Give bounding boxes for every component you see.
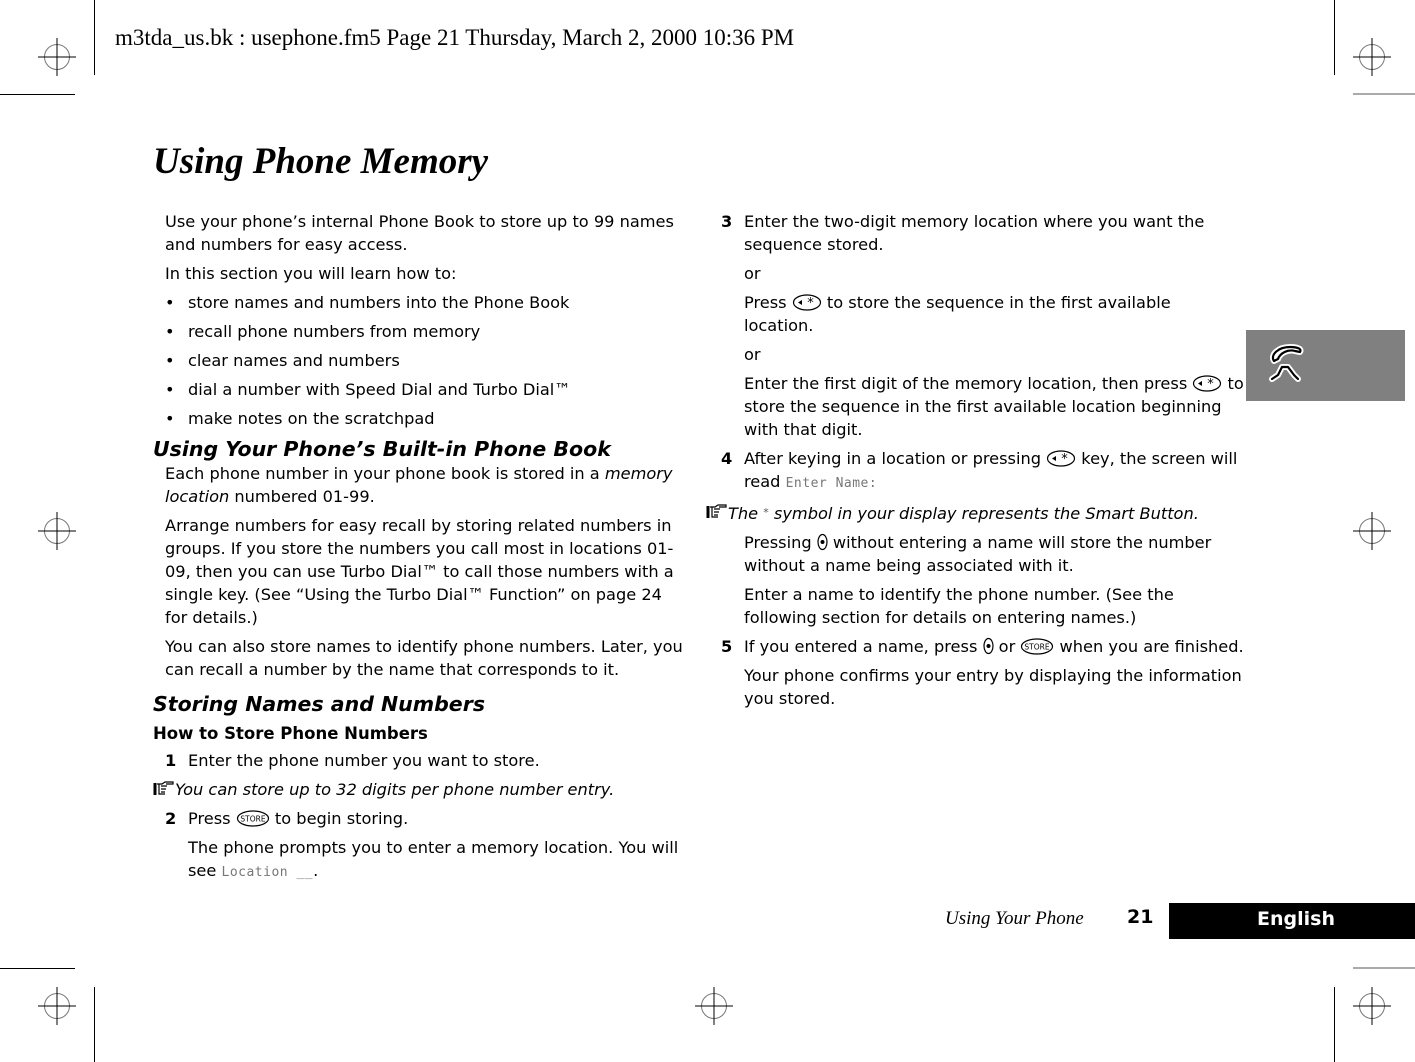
list-item: • store names and numbers into the Phone … — [165, 293, 570, 312]
step-4: 4 After keying in a location or pressing … — [721, 449, 1238, 491]
step-3: 3 Enter the two-digit memory location whe… — [721, 212, 1205, 254]
list-item: • clear names and numbers — [165, 351, 400, 370]
memory-location-paragraph: Each phone number in your phone book is … — [165, 464, 673, 506]
print-header: m3tda_us.bk : usephone.fm5 Page 21 Thurs… — [115, 25, 795, 50]
svg-text:STORE: STORE — [240, 815, 265, 824]
registration-mark-icon — [1353, 512, 1391, 550]
svg-text:*: * — [807, 296, 814, 311]
registration-mark-icon — [1353, 38, 1391, 76]
bullet-icon: • — [165, 409, 175, 428]
pressing-without-name: Pressing without entering a name will st… — [744, 533, 1212, 575]
smart-button-icon — [982, 637, 994, 655]
list-item: • recall phone numbers from memory — [165, 322, 481, 341]
lcd-text: Enter Name: — [785, 476, 878, 491]
step-number: 2 — [165, 809, 177, 828]
smart-button-icon — [817, 533, 828, 551]
crop-mark — [1353, 967, 1415, 969]
intro-paragraph: Use your phone’s internal Phone Book to … — [165, 212, 674, 254]
step-2: 2 Press STORE to begin storing. — [165, 809, 409, 828]
step-number: 4 — [721, 449, 733, 468]
or-text: or — [744, 264, 761, 283]
crop-mark — [1334, 987, 1335, 1062]
store-key-icon: STORE — [236, 810, 269, 827]
section-heading-phone-book: Using Your Phone’s Built-in Phone Book — [153, 437, 611, 461]
lcd-text: Location __ — [221, 865, 314, 880]
crop-mark — [1334, 0, 1335, 75]
registration-mark-icon — [695, 987, 733, 1025]
note-32-digits: You can store up to 32 digits per phone … — [153, 778, 683, 801]
step-5: 5 If you entered a name, press or STORE w… — [721, 637, 1244, 656]
step-number: 5 — [721, 637, 733, 656]
section-heading-storing: Storing Names and Numbers — [153, 692, 486, 716]
step-number: 3 — [721, 212, 733, 231]
location-prompt: The phone prompts you to enter a memory … — [188, 838, 679, 880]
chapter-tab — [1246, 330, 1405, 401]
store-key-icon: STORE — [1021, 638, 1054, 655]
note-smart-button: The * symbol in your display represents … — [674, 501, 1244, 525]
page-title: Using Phone Memory — [153, 141, 489, 182]
crop-mark — [0, 94, 75, 95]
crop-mark — [94, 0, 95, 75]
arrange-paragraph: Arrange numbers for easy recall by stori… — [165, 516, 674, 627]
language-label: English — [1257, 908, 1335, 930]
svg-text:*: * — [1208, 377, 1215, 392]
list-item: • make notes on the scratchpad — [165, 409, 435, 428]
registration-mark-icon — [38, 987, 76, 1025]
alt-first-digit: Enter the first digit of the memory loca… — [744, 374, 1244, 439]
pointing-hand-note-icon — [153, 781, 174, 795]
registration-mark-icon — [38, 38, 76, 76]
star-key-icon: * — [1193, 375, 1222, 392]
enter-name-paragraph: Enter a name to identify the phone numbe… — [744, 585, 1174, 627]
registration-mark-icon — [1353, 987, 1391, 1025]
footer-section-name: Using Your Phone — [945, 908, 1084, 929]
crop-mark — [0, 968, 75, 969]
svg-text:*: * — [1061, 452, 1068, 467]
bullet-icon: • — [165, 322, 175, 341]
svg-text:STORE: STORE — [1025, 643, 1050, 652]
step-number: 1 — [165, 751, 177, 770]
subheading-how-to-store: How to Store Phone Numbers — [153, 724, 428, 743]
language-tab: English — [1169, 903, 1415, 939]
learn-intro: In this section you will learn how to: — [165, 264, 457, 283]
alt-first-available: Press * to store the sequence in the fir… — [744, 293, 1171, 335]
list-item: • dial a number with Speed Dial and Turbo… — [165, 380, 571, 399]
crop-mark — [1353, 93, 1415, 95]
page-number: 21 — [1127, 906, 1154, 928]
bullet-icon: • — [165, 380, 175, 399]
crop-mark — [94, 987, 95, 1062]
step-1: 1 Enter the phone number you want to stor… — [165, 751, 540, 770]
right-column: 3 Enter the two-digit memory location whe… — [706, 210, 1244, 716]
pointing-hand-note-icon — [706, 504, 727, 518]
bullet-icon: • — [165, 351, 175, 370]
phone-handset-icon — [1269, 344, 1304, 382]
learn-list: • store names and numbers into the Phone … — [153, 291, 683, 430]
left-column: Use your phone’s internal Phone Book to … — [153, 210, 683, 890]
or-text: or — [744, 345, 761, 364]
bullet-icon: • — [165, 293, 175, 312]
star-key-icon: * — [1047, 450, 1076, 467]
confirm-paragraph: Your phone confirms your entry by displa… — [744, 666, 1242, 708]
names-paragraph: You can also store names to identify pho… — [165, 637, 683, 679]
star-key-icon: * — [792, 294, 821, 311]
registration-mark-icon — [38, 512, 76, 550]
